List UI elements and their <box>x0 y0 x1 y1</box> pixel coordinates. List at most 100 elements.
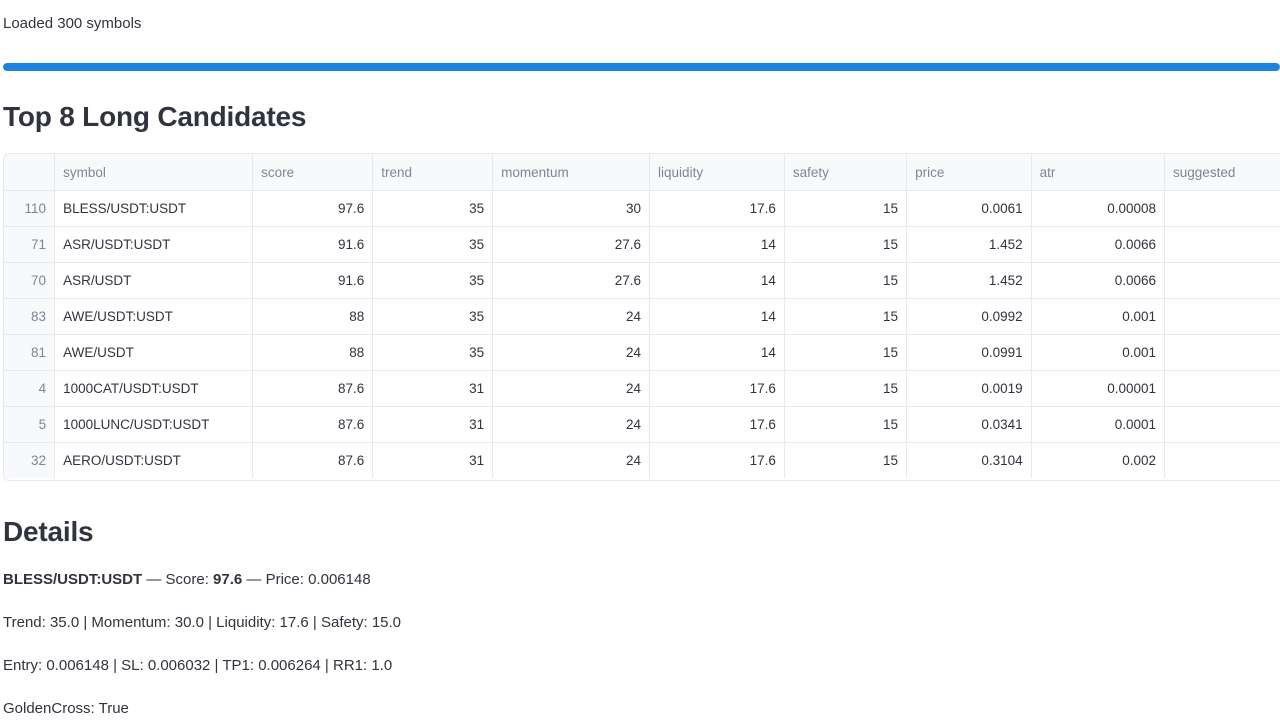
details-score: 97.6 <box>213 571 243 588</box>
column-header-momentum[interactable]: momentum <box>492 154 651 191</box>
row-index-cell: 81 <box>4 334 56 371</box>
cell-trend: 31 <box>372 442 494 478</box>
cell-score: 87.6 <box>252 370 374 407</box>
column-header-price[interactable]: price <box>906 154 1032 191</box>
candidates-table[interactable]: symbol score trend momentum liquidity sa… <box>3 153 1280 481</box>
row-index-cell: 70 <box>4 262 56 299</box>
status-text: Loaded 300 symbols <box>3 15 142 32</box>
column-header-suggested[interactable]: suggested <box>1164 154 1280 191</box>
cell-price: 0.0341 <box>906 406 1032 443</box>
cell-score: 87.6 <box>252 406 374 443</box>
column-header-safety[interactable]: safety <box>784 154 908 191</box>
cell-symbol: AWE/USDT:USDT <box>54 298 254 335</box>
table-row[interactable]: 110 BLESS/USDT:USDT 97.6 35 30 17.6 15 0.0061 0.… <box>4 190 1280 227</box>
cell-safety: 15 <box>784 262 908 299</box>
cell-momentum: 24 <box>492 298 651 335</box>
cell-liquidity: 17.6 <box>649 406 785 443</box>
cell-safety: 15 <box>784 442 908 478</box>
cell-atr: 0.002 <box>1031 442 1166 478</box>
cell-trend: 31 <box>372 370 494 407</box>
cell-atr: 0.0066 <box>1031 226 1166 263</box>
table-row[interactable]: 5 1000LUNC/USDT:USDT 87.6 31 24 17.6 15 0.0341 0… <box>4 406 1280 443</box>
cell-suggested <box>1164 442 1280 478</box>
table-row[interactable]: 32 AERO/USDT:USDT 87.6 31 24 17.6 15 0.3104 0.00… <box>4 442 1280 478</box>
cell-price: 1.452 <box>906 262 1032 299</box>
cell-price: 0.3104 <box>906 442 1032 478</box>
cell-price: 0.0061 <box>906 190 1032 227</box>
table-row[interactable]: 71 ASR/USDT:USDT 91.6 35 27.6 14 15 1.452 0.0066 <box>4 226 1280 263</box>
row-index-cell: 71 <box>4 226 56 263</box>
cell-suggested <box>1164 406 1280 443</box>
cell-atr: 0.0066 <box>1031 262 1166 299</box>
cell-score: 91.6 <box>252 226 374 263</box>
cell-safety: 15 <box>784 334 908 371</box>
details-scores-line: Trend: 35.0 | Momentum: 30.0 | Liquidity… <box>3 614 402 631</box>
cell-price: 0.0992 <box>906 298 1032 335</box>
details-summary-line: BLESS/USDT:USDT — Score: 97.6 — Price: 0… <box>3 571 371 588</box>
cell-atr: 0.0001 <box>1031 406 1166 443</box>
cell-price: 0.0991 <box>906 334 1032 371</box>
cell-suggested <box>1164 226 1280 263</box>
cell-safety: 15 <box>784 406 908 443</box>
cell-momentum: 30 <box>492 190 651 227</box>
row-index-cell: 4 <box>4 370 56 407</box>
progress-bar-fill <box>3 63 1280 71</box>
cell-atr: 0.001 <box>1031 298 1166 335</box>
details-price: — Price: 0.006148 <box>242 571 371 588</box>
cell-safety: 15 <box>784 190 908 227</box>
column-header-index[interactable] <box>4 154 56 191</box>
cell-price: 1.452 <box>906 226 1032 263</box>
app-page: Loaded 300 symbols Top 8 Long Candidates <box>0 0 1280 720</box>
cell-trend: 35 <box>372 262 494 299</box>
cell-liquidity: 14 <box>649 262 785 299</box>
row-index-cell: 32 <box>4 442 56 478</box>
column-header-atr[interactable]: atr <box>1031 154 1166 191</box>
cell-liquidity: 14 <box>649 226 785 263</box>
cell-liquidity: 17.6 <box>649 370 785 407</box>
cell-liquidity: 17.6 <box>649 442 785 478</box>
table-header-row: symbol score trend momentum liquidity sa… <box>4 154 1280 191</box>
cell-atr: 0.001 <box>1031 334 1166 371</box>
table-row[interactable]: 81 AWE/USDT 88 35 24 14 15 0.0991 0.001 <box>4 334 1280 371</box>
cell-symbol: ASR/USDT:USDT <box>54 226 254 263</box>
column-header-symbol[interactable]: symbol <box>54 154 254 191</box>
cell-score: 88 <box>252 334 374 371</box>
cell-safety: 15 <box>784 370 908 407</box>
cell-safety: 15 <box>784 298 908 335</box>
column-header-liquidity[interactable]: liquidity <box>649 154 785 191</box>
cell-symbol: 1000LUNC/USDT:USDT <box>54 406 254 443</box>
details-score-label: — Score: <box>142 571 214 588</box>
cell-score: 91.6 <box>252 262 374 299</box>
cell-momentum: 24 <box>492 406 651 443</box>
cell-momentum: 24 <box>492 370 651 407</box>
cell-atr: 0.00001 <box>1031 370 1166 407</box>
cell-momentum: 24 <box>492 442 651 478</box>
column-header-score[interactable]: score <box>252 154 374 191</box>
row-index-cell: 5 <box>4 406 56 443</box>
cell-momentum: 24 <box>492 334 651 371</box>
cell-liquidity: 14 <box>649 334 785 371</box>
cell-price: 0.0019 <box>906 370 1032 407</box>
progress-bar <box>3 63 1280 71</box>
row-index-cell: 83 <box>4 298 56 335</box>
cell-suggested <box>1164 190 1280 227</box>
cell-symbol: AWE/USDT <box>54 334 254 371</box>
cell-symbol: BLESS/USDT:USDT <box>54 190 254 227</box>
cell-trend: 35 <box>372 334 494 371</box>
cell-atr: 0.00008 <box>1031 190 1166 227</box>
details-levels-line: Entry: 0.006148 | SL: 0.006032 | TP1: 0.… <box>3 657 393 674</box>
table-row[interactable]: 4 1000CAT/USDT:USDT 87.6 31 24 17.6 15 0.0019 0.… <box>4 370 1280 407</box>
cell-trend: 35 <box>372 226 494 263</box>
cell-suggested <box>1164 262 1280 299</box>
column-header-trend[interactable]: trend <box>372 154 494 191</box>
row-index-cell: 110 <box>4 190 56 227</box>
section-title-details: Details <box>3 516 94 547</box>
cell-suggested <box>1164 370 1280 407</box>
cell-safety: 15 <box>784 226 908 263</box>
section-title-top-candidates: Top 8 Long Candidates <box>3 101 307 132</box>
cell-momentum: 27.6 <box>492 226 651 263</box>
table-row[interactable]: 70 ASR/USDT 91.6 35 27.6 14 15 1.452 0.0066 <box>4 262 1280 299</box>
table-row[interactable]: 83 AWE/USDT:USDT 88 35 24 14 15 0.0992 0.001 <box>4 298 1280 335</box>
details-golden-cross-line: GoldenCross: True <box>3 700 129 717</box>
cell-momentum: 27.6 <box>492 262 651 299</box>
